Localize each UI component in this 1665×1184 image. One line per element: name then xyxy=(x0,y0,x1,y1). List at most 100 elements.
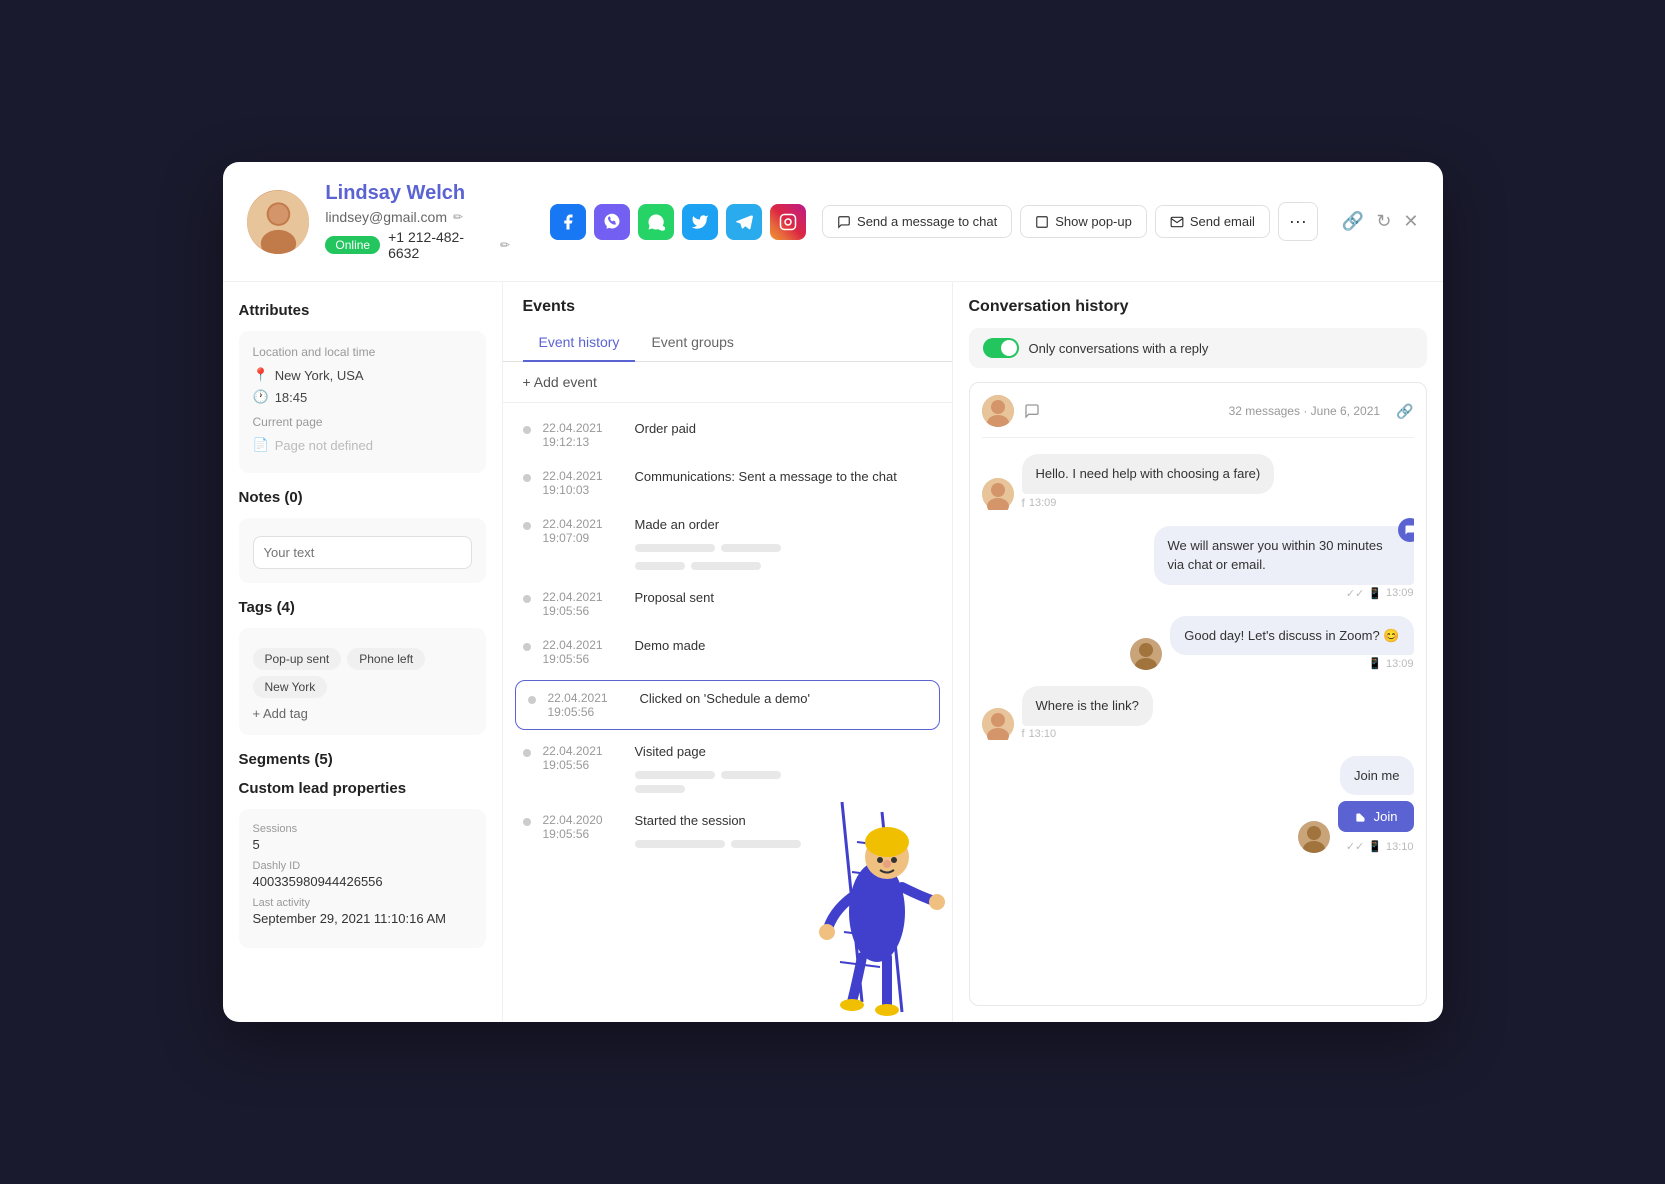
tags-list: Pop-up sent Phone left New York xyxy=(253,648,472,698)
notes-title: Notes (0) xyxy=(239,489,486,506)
placeholder-bar xyxy=(731,840,801,848)
send-message-button[interactable]: Send a message to chat xyxy=(822,205,1012,238)
message-phone-icon: 📱 xyxy=(1368,657,1382,670)
telegram-icon[interactable] xyxy=(726,204,762,240)
message-time: 13:10 xyxy=(1029,728,1057,740)
list-item: 22.04.202119:12:13 Order paid xyxy=(503,411,952,459)
send-email-button[interactable]: Send email xyxy=(1155,205,1270,238)
prop-last-activity: Last activity September 29, 2021 11:10:1… xyxy=(253,897,472,926)
message-phone-icon: 📱 xyxy=(1368,587,1382,600)
tag-new-york[interactable]: New York xyxy=(253,676,328,698)
attributes-title: Attributes xyxy=(239,302,486,319)
edit-email-icon[interactable]: ✏ xyxy=(453,210,463,224)
tab-event-groups[interactable]: Event groups xyxy=(635,324,750,362)
add-event-button[interactable]: + Add event xyxy=(503,362,952,403)
message-bubble: Where is the link? xyxy=(1022,686,1153,726)
session-link-icon[interactable]: 🔗 xyxy=(1396,403,1413,420)
event-time: 22.04.202119:10:03 xyxy=(543,469,623,497)
event-time: 22.04.202119:12:13 xyxy=(543,421,623,449)
notes-card xyxy=(239,518,486,583)
current-page-label: Current page xyxy=(253,415,472,429)
message-meta: 📱 13:09 xyxy=(1170,657,1413,670)
events-list: 22.04.202119:12:13 Order paid 22.04.2021… xyxy=(503,403,952,1022)
sidebar: Attributes Location and local time 📍 New… xyxy=(223,282,503,1022)
message-meta: f 13:09 xyxy=(1022,496,1275,510)
refresh-icon[interactable]: ↻ xyxy=(1376,211,1391,232)
event-name: Started the session xyxy=(635,813,932,828)
event-dot xyxy=(523,818,531,826)
session-avatar xyxy=(982,395,1014,427)
current-page-value: Page not defined xyxy=(275,438,373,453)
show-popup-button[interactable]: Show pop-up xyxy=(1020,205,1147,238)
tags-title: Tags (4) xyxy=(239,599,486,616)
segments-title: Segments (5) xyxy=(239,751,486,768)
channel-icon xyxy=(1398,518,1414,542)
event-time: 22.04.202119:05:56 xyxy=(543,744,623,772)
social-icons xyxy=(550,204,806,240)
user-info: Lindsay Welch lindsey@gmail.com ✏ Online… xyxy=(325,182,510,261)
location-card: Location and local time 📍 New York, USA … xyxy=(239,331,486,473)
page-icon: 📄 xyxy=(253,437,269,453)
list-item: 22.04.202119:05:56 Visited page xyxy=(503,734,952,803)
more-options-button[interactable]: ··· xyxy=(1278,202,1318,241)
event-dot xyxy=(523,643,531,651)
twitter-icon[interactable] xyxy=(682,204,718,240)
list-item[interactable]: 22.04.202119:05:56 Clicked on 'Schedule … xyxy=(515,680,940,730)
whatsapp-icon[interactable] xyxy=(638,204,674,240)
message-source-icon: f xyxy=(1022,728,1025,740)
custom-props-card: Sessions 5 Dashly ID 400335980944426556 … xyxy=(239,809,486,948)
event-dot xyxy=(523,749,531,757)
session-meta: 32 messages · June 6, 2021 xyxy=(1229,404,1380,418)
message-meta: ✓✓ 📱 13:09 xyxy=(1154,587,1414,600)
user-phone: +1 212-482-6632 xyxy=(388,229,492,261)
list-item: 22.04.202119:05:56 Demo made xyxy=(503,628,952,676)
event-dot xyxy=(523,595,531,603)
instagram-icon[interactable] xyxy=(770,204,806,240)
join-message: Join me Join ✓✓ 📱 13:10 xyxy=(1338,756,1414,854)
filter-label: Only conversations with a reply xyxy=(1029,341,1209,356)
event-dot xyxy=(523,474,531,482)
add-tag-button[interactable]: + Add tag xyxy=(253,706,472,721)
message-avatar xyxy=(982,478,1014,510)
message-bubble: Hello. I need help with choosing a fare) xyxy=(1022,454,1275,494)
message-time: 13:10 xyxy=(1386,841,1414,853)
prop-sessions: Sessions 5 xyxy=(253,823,472,852)
modal-container: Lindsay Welch lindsey@gmail.com ✏ Online… xyxy=(223,162,1443,1022)
list-item: 22.04.202119:07:09 Made an order xyxy=(503,507,952,580)
message-row: We will answer you within 30 minutes via… xyxy=(982,526,1414,600)
modal-header: Lindsay Welch lindsey@gmail.com ✏ Online… xyxy=(223,162,1443,282)
facebook-icon[interactable] xyxy=(550,204,586,240)
event-time: 22.04.202119:07:09 xyxy=(543,517,623,545)
link-icon[interactable]: 🔗 xyxy=(1342,211,1364,232)
filter-toggle[interactable] xyxy=(983,338,1019,358)
message-row: Where is the link? f 13:10 xyxy=(982,686,1414,740)
tab-event-history[interactable]: Event history xyxy=(523,324,636,362)
list-item: 22.04.202119:05:56 Proposal sent xyxy=(503,580,952,628)
tags-card: Pop-up sent Phone left New York + Add ta… xyxy=(239,628,486,735)
clock-icon: 🕐 xyxy=(253,389,269,405)
viber-icon[interactable] xyxy=(594,204,630,240)
notes-input[interactable] xyxy=(253,536,472,569)
edit-phone-icon[interactable]: ✏ xyxy=(500,238,510,252)
message-avatar xyxy=(1298,821,1330,853)
current-page-row: 📄 Page not defined xyxy=(253,437,472,453)
event-name: Clicked on 'Schedule a demo' xyxy=(640,691,927,706)
location-label: Location and local time xyxy=(253,345,472,359)
tag-phone-left[interactable]: Phone left xyxy=(347,648,425,670)
message-time: 13:09 xyxy=(1386,658,1414,670)
event-name: Proposal sent xyxy=(635,590,932,605)
message-bubble: We will answer you within 30 minutes via… xyxy=(1154,526,1414,585)
placeholder-bar xyxy=(691,562,761,570)
conversation-title: Conversation history xyxy=(969,298,1427,316)
user-phone-row: Online +1 212-482-6632 ✏ xyxy=(325,229,510,261)
join-button[interactable]: Join xyxy=(1338,801,1414,832)
close-icon[interactable]: ✕ xyxy=(1403,211,1418,232)
status-badge: Online xyxy=(325,236,380,254)
message-source-icon: f xyxy=(1022,496,1025,510)
tag-popup-sent[interactable]: Pop-up sent xyxy=(253,648,342,670)
session-header: 32 messages · June 6, 2021 🔗 xyxy=(982,395,1414,438)
conversation-filter: Only conversations with a reply xyxy=(969,328,1427,368)
message-phone-icon: 📱 xyxy=(1368,840,1382,853)
message-time: 13:09 xyxy=(1386,587,1414,599)
user-email: lindsey@gmail.com xyxy=(325,209,447,225)
